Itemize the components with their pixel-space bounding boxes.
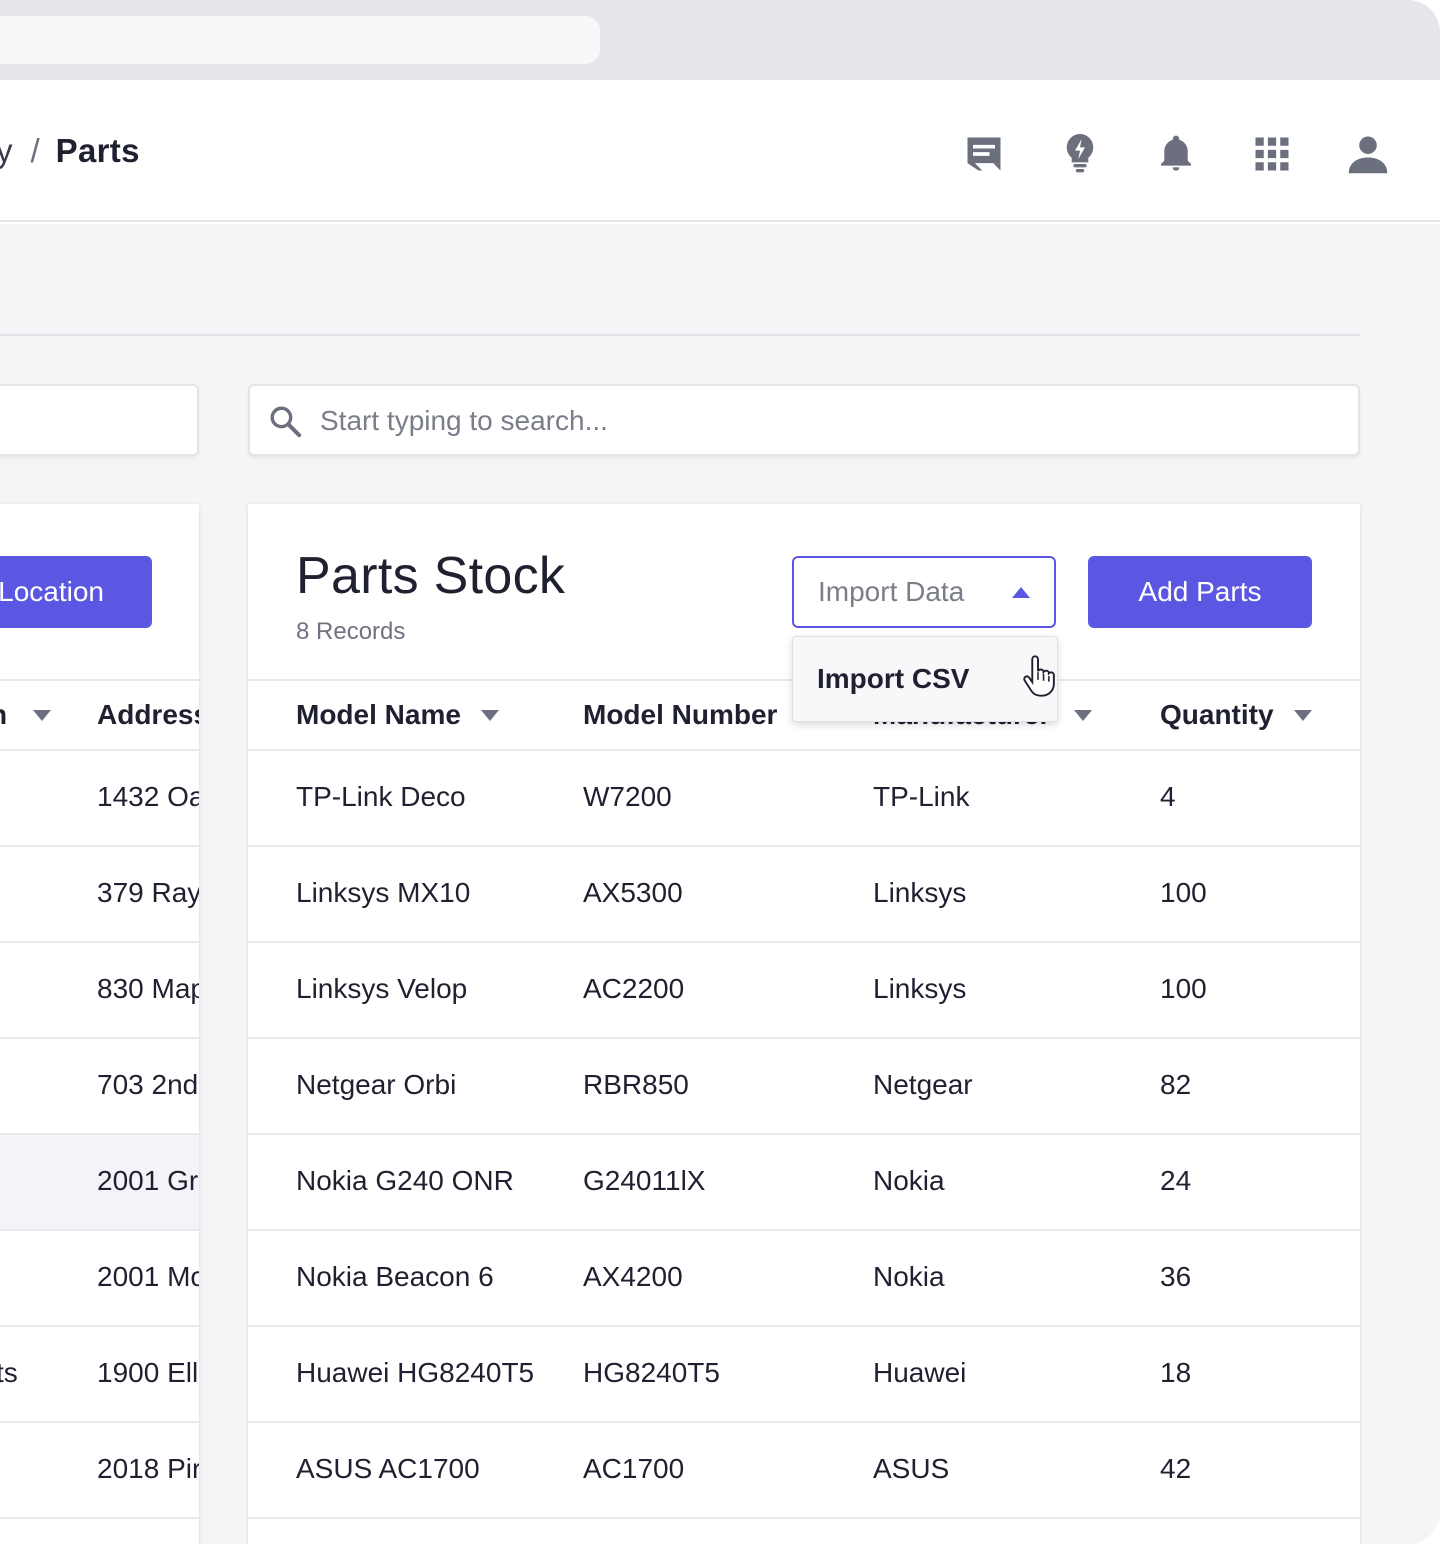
cell-manufacturer: Nokia [873,1261,945,1292]
cell-model-name: ASUS AC1700 [296,1453,480,1484]
cell-model-name: TP-Link Deco [296,781,466,812]
column-quantity[interactable]: Quantity [1160,699,1312,731]
cell-quantity: 24 [1160,1165,1192,1196]
add-location-button[interactable]: Location [0,556,152,628]
left-table-row[interactable]: 379 Ray [0,847,199,943]
left-table-row[interactable]: 1432 Oa [0,751,199,847]
table-row[interactable]: Nokia Beacon 6 AX4200 Nokia 36 [248,1231,1360,1327]
cell-model-name: Netgear Orbi [296,1069,457,1100]
cell-quantity: 100 [1160,877,1207,908]
chat-icon[interactable] [960,130,1008,178]
cell-model-name: Linksys MX10 [296,877,471,908]
cell-model-name: Linksys Velop [296,973,468,1004]
cell-manufacturer: Linksys [873,877,967,908]
search-icon [270,406,302,438]
hand-cursor-icon [1023,655,1055,697]
cell-model-number: HG8240T5 [583,1357,720,1388]
import-csv-option[interactable]: Import CSV [817,663,969,695]
address-bar[interactable] [0,16,600,64]
cell-manufacturer: ASUS [873,1453,950,1484]
cell-manufacturer: Netgear [873,1069,973,1100]
left-filter-box[interactable] [0,384,199,456]
breadcrumb-current: Parts [55,132,140,169]
caret-up-icon [1012,587,1030,598]
import-data-button[interactable]: Import Data [792,556,1056,628]
table-row[interactable]: Netgear Orbi RBR850 Netgear 82 [248,1039,1360,1135]
cell-manufacturer: Huawei [873,1357,967,1388]
left-table-row[interactable]: ts1900 Ell [0,1327,199,1423]
breadcrumb-previous[interactable]: y [0,132,13,170]
cell-quantity: 36 [1160,1261,1192,1292]
cell-model-number: AX4200 [583,1261,683,1292]
cell-model-number: AC2200 [583,973,685,1004]
bell-icon[interactable] [1152,130,1200,178]
add-parts-button[interactable]: Add Parts [1088,556,1312,628]
cell-manufacturer: Nokia [873,1165,945,1196]
breadcrumb: y / Parts [0,132,140,170]
column-model-number[interactable]: Model Number [583,699,777,731]
search-box [248,384,1360,456]
content-area: Location n Address 1432 Oa 379 Ray 830 M… [0,224,1440,1544]
record-count: 8 Records [296,618,406,645]
cell-model-number: AC1700 [583,1453,685,1484]
table-row[interactable]: TP-Link Deco W7200 TP-Link 4 [248,751,1360,847]
table-row[interactable]: Linksys Velop AC2200 Linksys 100 [248,943,1360,1039]
cell-model-name: Nokia G240 ONR [296,1165,514,1196]
apps-grid-icon[interactable] [1248,130,1296,178]
left-table-row[interactable]: 2001 Mo [0,1231,199,1327]
cell-quantity: 100 [1160,973,1207,1004]
cell-model-number: AX5300 [583,877,683,908]
cell-quantity: 4 [1160,781,1176,812]
left-table-header: n Address [0,679,199,751]
cell-manufacturer: Linksys [873,973,967,1004]
locations-panel: Location n Address 1432 Oa 379 Ray 830 M… [0,504,199,1544]
left-column-name[interactable]: n [0,699,52,731]
user-icon[interactable] [1344,130,1392,178]
left-table-row[interactable]: 2001 Gr [0,1135,199,1231]
sort-caret-icon [1074,709,1093,721]
cell-model-name: Nokia Beacon 6 [296,1261,494,1292]
import-data-label: Import Data [818,576,965,607]
sort-caret-icon [1293,709,1312,721]
left-table-row[interactable]: 830 Map [0,943,199,1039]
cell-model-number: G24011lX [583,1165,706,1196]
column-model-name[interactable]: Model Name [296,699,499,731]
left-table-row[interactable]: 703 2nd [0,1039,199,1135]
cell-model-number: RBR850 [583,1069,689,1100]
cell-quantity: 18 [1160,1357,1192,1388]
table-row[interactable]: Linksys MX10 AX5300 Linksys 100 [248,847,1360,943]
breadcrumb-separator: / [30,132,40,169]
cell-quantity: 42 [1160,1453,1192,1484]
left-column-address[interactable]: Address [97,699,199,731]
left-table-row[interactable]: 2018 Pir [0,1423,199,1519]
app-header: y / Parts [0,80,1440,222]
search-input[interactable] [320,400,1320,442]
table-row[interactable]: Huawei HG8240T5 HG8240T5 Huawei 18 [248,1327,1360,1423]
sort-caret-icon [480,709,499,721]
page-title: Parts Stock [296,547,566,605]
browser-chrome [0,0,1440,80]
cell-model-number: W7200 [583,781,672,812]
table-row[interactable]: Nokia G240 ONR G24011lX Nokia 24 [248,1135,1360,1231]
cell-manufacturer: TP-Link [873,781,970,812]
sort-caret-icon [33,709,52,721]
lightbulb-icon[interactable] [1056,130,1104,178]
section-divider [0,334,1360,336]
table-row[interactable]: ASUS AC1700 AC1700 ASUS 42 [248,1423,1360,1519]
cell-quantity: 82 [1160,1069,1192,1100]
cell-model-name: Huawei HG8240T5 [296,1357,535,1388]
